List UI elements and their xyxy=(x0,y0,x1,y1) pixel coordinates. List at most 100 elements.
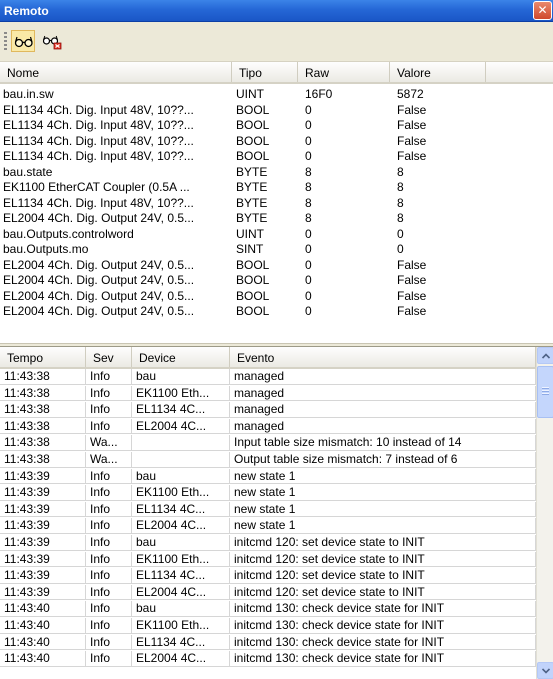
variable-row[interactable]: EL2004 4Ch. Dig. Output 24V, 0.5... BOOL 0… xyxy=(0,290,553,303)
variable-type: SINT xyxy=(236,243,264,256)
toolbar xyxy=(0,22,553,62)
log-row[interactable]: 11:43:39 Info EL1134 4C... new state 1 xyxy=(0,501,536,518)
log-row[interactable]: 11:43:39 Info EK1100 Eth... new state 1 xyxy=(0,485,536,501)
variable-row[interactable]: EL2004 4Ch. Dig. Output 24V, 0.5... BOOL 0… xyxy=(0,259,553,272)
variable-row[interactable]: EL1134 4Ch. Dig. Input 48V, 10??... BOOL 0… xyxy=(0,104,553,117)
log-severity: Info xyxy=(86,568,132,584)
variable-row[interactable]: EL1134 4Ch. Dig. Input 48V, 10??... BOOL 0… xyxy=(0,135,553,148)
variable-row[interactable]: EL1134 4Ch. Dig. Input 48V, 10??... BOOL 0… xyxy=(0,119,553,132)
variable-type: BYTE xyxy=(236,196,268,210)
scroll-up-button[interactable] xyxy=(537,347,553,364)
log-time: 11:43:38 xyxy=(0,385,86,402)
log-event: initcmd 130: check device state for INIT xyxy=(230,651,536,667)
scroll-thumb[interactable] xyxy=(537,366,553,418)
variable-raw: 0 xyxy=(305,305,312,318)
log-row[interactable]: 11:43:39 Info bau initcmd 120: set device s… xyxy=(0,535,536,551)
variable-type: BYTE xyxy=(236,165,268,179)
variable-row[interactable]: EK1100 EtherCAT Coupler (0.5A ... BYTE 8 8 xyxy=(0,181,553,194)
variable-raw: 0 xyxy=(305,103,312,117)
variable-row[interactable]: EL2004 4Ch. Dig. Output 24V, 0.5... BOOL 0… xyxy=(0,274,553,287)
log-device xyxy=(132,452,230,468)
log-row[interactable]: 11:43:40 Info EK1100 Eth... initcmd 130: ch… xyxy=(0,618,536,634)
toolbar-button-watch[interactable] xyxy=(11,30,35,52)
chevron-up-icon xyxy=(542,353,550,359)
log-row[interactable]: 11:43:40 Info bau initcmd 130: check device… xyxy=(0,601,536,617)
variable-value: 8 xyxy=(397,165,404,179)
log-device: EK1100 Eth... xyxy=(132,618,230,634)
log-severity: Info xyxy=(86,535,132,551)
variable-name: EL1134 4Ch. Dig. Input 48V, 10??... xyxy=(3,196,194,210)
log-device: EL2004 4C... xyxy=(132,584,230,601)
log-row[interactable]: 11:43:38 Info EL2004 4C... managed xyxy=(0,418,536,435)
variable-row[interactable]: EL2004 4Ch. Dig. Output 24V, 0.5... BYTE 8… xyxy=(0,212,553,225)
log-row[interactable]: 11:43:38 Info EK1100 Eth... managed xyxy=(0,385,536,402)
column-header-evento[interactable]: Evento xyxy=(230,347,536,367)
log-event: initcmd 130: check device state for INIT xyxy=(230,634,536,651)
variable-row[interactable]: bau.in.sw UINT 16F0 5872 xyxy=(0,88,553,101)
log-event: initcmd 120: set device state to INIT xyxy=(230,551,536,568)
variable-raw: 0 xyxy=(305,258,312,272)
log-row[interactable]: 11:43:39 Info EL1134 4C... initcmd 120: set… xyxy=(0,568,536,584)
column-header-nome[interactable]: Nome xyxy=(0,62,232,82)
column-header-device[interactable]: Device xyxy=(132,347,230,367)
variable-row[interactable]: EL1134 4Ch. Dig. Input 48V, 10??... BOOL 0… xyxy=(0,150,553,163)
variable-row[interactable]: EL2004 4Ch. Dig. Output 24V, 0.5... BOOL 0… xyxy=(0,305,553,318)
variable-value: False xyxy=(397,258,427,272)
column-header-valore[interactable]: Valore xyxy=(390,62,486,82)
log-severity: Wa... xyxy=(86,435,132,451)
variable-name: EL1134 4Ch. Dig. Input 48V, 10??... xyxy=(3,103,194,117)
log-event: initcmd 130: check device state for INIT xyxy=(230,601,536,617)
log-event: Output table size mismatch: 7 instead of… xyxy=(230,452,536,468)
toolbar-grip-icon[interactable] xyxy=(4,32,7,51)
log-row[interactable]: 11:43:39 Info EL2004 4C... new state 1 xyxy=(0,518,536,534)
log-time: 11:43:40 xyxy=(0,601,86,617)
variable-raw: 0 xyxy=(305,274,312,287)
toolbar-button-watch-edit[interactable] xyxy=(39,30,63,52)
variable-row[interactable]: EL1134 4Ch. Dig. Input 48V, 10??... BYTE 8… xyxy=(0,197,553,210)
variable-type: BOOL xyxy=(236,103,270,117)
variable-row[interactable]: bau.Outputs.controlword UINT 0 0 xyxy=(0,228,553,241)
scroll-down-button[interactable] xyxy=(537,662,553,679)
log-row[interactable]: 11:43:40 Info EL2004 4C... initcmd 130: che… xyxy=(0,651,536,667)
log-row[interactable]: 11:43:39 Info EL2004 4C... initcmd 120: set… xyxy=(0,584,536,601)
variables-list[interactable]: Nome Tipo Raw Valore bau.in.sw UINT 16F0 58… xyxy=(0,62,553,343)
variable-name: bau.state xyxy=(3,165,53,179)
log-row[interactable]: 11:43:38 Wa... Output table size mismatch:… xyxy=(0,452,536,468)
log-row[interactable]: 11:43:38 Info EL1134 4C... managed xyxy=(0,402,536,418)
log-event: managed xyxy=(230,385,536,402)
variable-type: BOOL xyxy=(236,274,270,287)
column-header-sev[interactable]: Sev xyxy=(86,347,132,367)
log-row[interactable]: 11:43:40 Info EL1134 4C... initcmd 130: che… xyxy=(0,634,536,651)
log-scrollbar[interactable] xyxy=(536,347,553,679)
log-device: bau xyxy=(132,535,230,551)
column-header-tempo[interactable]: Tempo xyxy=(0,347,86,367)
log-list[interactable]: Tempo Sev Device Evento 11:43:38 Info bau m… xyxy=(0,347,553,679)
close-icon: ✕ xyxy=(537,3,548,17)
log-row[interactable]: 11:43:38 Info bau managed xyxy=(0,369,536,385)
log-time: 11:43:38 xyxy=(0,402,86,418)
log-severity: Info xyxy=(86,601,132,617)
log-severity: Info xyxy=(86,402,132,418)
log-event: initcmd 120: set device state to INIT xyxy=(230,568,536,584)
variable-raw: 8 xyxy=(305,212,312,225)
variable-name: EL1134 4Ch. Dig. Input 48V, 10??... xyxy=(3,119,194,132)
variable-type: BYTE xyxy=(236,181,268,194)
log-row[interactable]: 11:43:38 Wa... Input table size mismatch: … xyxy=(0,435,536,451)
log-event: managed xyxy=(230,402,536,418)
column-header-tipo[interactable]: Tipo xyxy=(232,62,298,82)
log-time: 11:43:38 xyxy=(0,418,86,435)
log-severity: Info xyxy=(86,369,132,385)
variable-row[interactable]: bau.state BYTE 8 8 xyxy=(0,166,553,179)
variable-raw: 0 xyxy=(305,243,312,256)
window-title: Remoto xyxy=(4,4,49,18)
close-button[interactable]: ✕ xyxy=(533,1,552,20)
log-severity: Info xyxy=(86,468,132,485)
variable-row[interactable]: bau.Outputs.mo SINT 0 0 xyxy=(0,243,553,256)
log-event: new state 1 xyxy=(230,501,536,518)
column-header-raw[interactable]: Raw xyxy=(298,62,390,82)
variable-value: False xyxy=(397,119,427,132)
log-device: EK1100 Eth... xyxy=(132,485,230,501)
variable-name: EL2004 4Ch. Dig. Output 24V, 0.5... xyxy=(3,274,195,287)
log-row[interactable]: 11:43:39 Info EK1100 Eth... initcmd 120: se… xyxy=(0,551,536,568)
log-row[interactable]: 11:43:39 Info bau new state 1 xyxy=(0,468,536,485)
